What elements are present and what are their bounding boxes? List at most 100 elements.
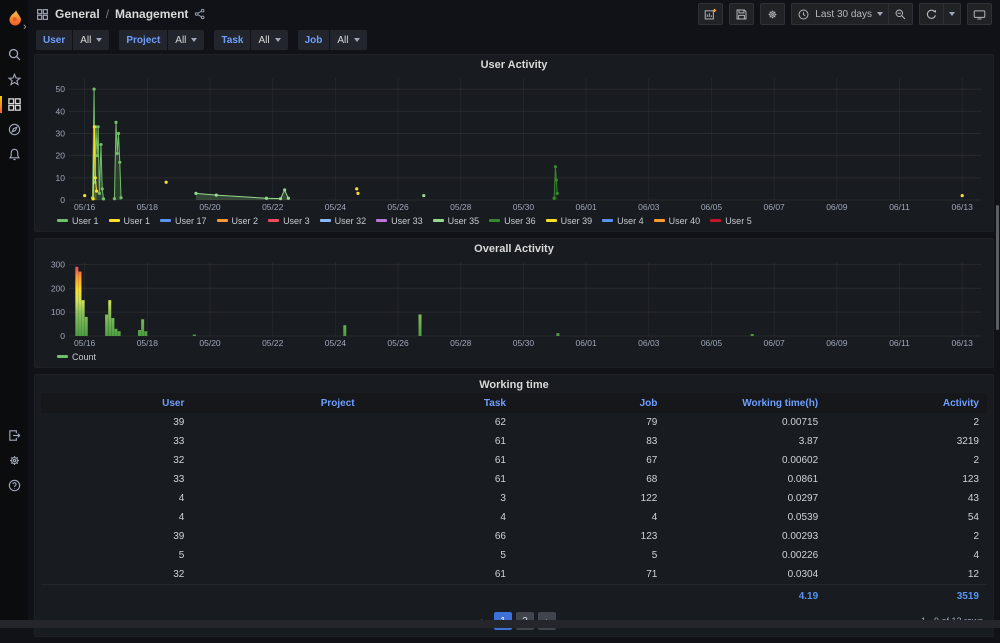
svg-text:05/18: 05/18 — [137, 338, 159, 348]
svg-text:06/05: 06/05 — [701, 338, 723, 348]
legend-item[interactable]: User 40 — [654, 216, 701, 226]
legend-item[interactable]: User 2 — [217, 216, 259, 226]
scrollbar-thumb[interactable] — [996, 205, 999, 330]
cycle-view-button[interactable] — [967, 3, 992, 25]
legend-label: User 36 — [504, 216, 536, 226]
sign-in-icon[interactable] — [0, 423, 28, 448]
svg-text:05/20: 05/20 — [199, 338, 221, 348]
legend-item[interactable]: User 32 — [320, 216, 367, 226]
legend-marker — [376, 219, 387, 222]
table-cell: 2 — [826, 451, 987, 470]
legend-marker — [109, 219, 120, 222]
panel-title-overall-activity[interactable]: Overall Activity — [41, 242, 987, 257]
table-cell: 61 — [363, 432, 514, 451]
help-icon[interactable] — [0, 473, 28, 498]
zoom-out-time-button[interactable] — [888, 3, 913, 25]
column-header-working-time-h-[interactable]: Working time(h) — [665, 393, 826, 413]
user-activity-chart: 05/1605/1805/2005/2205/2405/2605/2805/30… — [41, 73, 987, 213]
save-dashboard-button[interactable] — [729, 3, 754, 25]
legend-item[interactable]: User 36 — [489, 216, 536, 226]
legend-item[interactable]: User 1 — [57, 216, 99, 226]
legend-item[interactable]: User 33 — [376, 216, 423, 226]
table-row: 4440.053954 — [41, 508, 987, 527]
totals-cell — [41, 585, 192, 610]
breadcrumb-folder[interactable]: General — [55, 7, 100, 21]
filter-job-value[interactable]: All — [330, 30, 366, 50]
svg-text:06/07: 06/07 — [764, 202, 786, 212]
table-cell: 123 — [514, 527, 665, 546]
column-header-user[interactable]: User — [41, 393, 192, 413]
svg-text:30: 30 — [56, 128, 66, 138]
table-cell: 3 — [363, 489, 514, 508]
legend-item[interactable]: User 5 — [710, 216, 752, 226]
panel-title-working-time[interactable]: Working time — [41, 378, 987, 393]
refresh-interval-button[interactable] — [943, 3, 961, 25]
bottom-strip — [0, 620, 1000, 628]
filter-user-value[interactable]: All — [73, 30, 109, 50]
legend-item[interactable]: User 35 — [433, 216, 480, 226]
page-scrollbar[interactable] — [995, 0, 1000, 620]
search-icon[interactable] — [0, 42, 28, 67]
refresh-button[interactable] — [919, 3, 943, 25]
filter-project-value[interactable]: All — [168, 30, 204, 50]
panel-title-user-activity[interactable]: User Activity — [41, 58, 987, 73]
legend-item[interactable]: User 4 — [602, 216, 644, 226]
add-panel-button[interactable] — [698, 3, 723, 25]
alerting-icon[interactable] — [0, 142, 28, 167]
column-header-job[interactable]: Job — [514, 393, 665, 413]
table-row: 3361680.0861123 — [41, 470, 987, 489]
table-totals: 4.193519 — [41, 585, 987, 610]
time-range-picker[interactable]: Last 30 days — [791, 3, 888, 25]
filter-user[interactable]: User All — [36, 30, 109, 50]
legend-label: User 39 — [561, 216, 593, 226]
column-header-activity[interactable]: Activity — [826, 393, 987, 413]
page-title[interactable]: Management — [115, 7, 188, 21]
svg-text:200: 200 — [51, 283, 65, 293]
svg-text:0: 0 — [60, 331, 65, 341]
svg-text:06/03: 06/03 — [638, 202, 660, 212]
table-cell: 123 — [826, 470, 987, 489]
legend-item[interactable]: User 17 — [160, 216, 207, 226]
explore-icon[interactable] — [0, 117, 28, 142]
legend-item[interactable]: User 3 — [268, 216, 310, 226]
sidebar-expand-icon[interactable]: › — [23, 22, 27, 32]
table-cell: 4 — [363, 508, 514, 527]
table-cell: 33 — [41, 432, 192, 451]
refresh-icon — [925, 8, 938, 21]
svg-text:06/01: 06/01 — [575, 202, 597, 212]
filter-project[interactable]: Project All — [119, 30, 204, 50]
time-range-label: Last 30 days — [815, 9, 872, 20]
filter-job[interactable]: Job All — [298, 30, 367, 50]
table-row: 431220.029743 — [41, 489, 987, 508]
table-row: 39661230.002932 — [41, 527, 987, 546]
dashboard-main: General / Management — [28, 0, 1000, 643]
column-header-project[interactable]: Project — [192, 393, 362, 413]
table-cell: 12 — [826, 565, 987, 585]
svg-text:05/26: 05/26 — [387, 338, 409, 348]
column-header-task[interactable]: Task — [363, 393, 514, 413]
star-icon[interactable] — [0, 67, 28, 92]
tv-icon — [973, 8, 986, 21]
panel-user-activity: User Activity 05/1605/1805/2005/2205/240… — [34, 54, 994, 232]
server-admin-icon[interactable] — [0, 448, 28, 473]
legend-label: User 1 — [72, 216, 99, 226]
share-icon[interactable] — [194, 8, 206, 20]
caret-down-icon — [275, 38, 281, 42]
filter-task[interactable]: Task All — [214, 30, 287, 50]
dashboards-icon[interactable] — [0, 92, 28, 117]
table-cell: 39 — [41, 413, 192, 432]
legend-marker — [320, 219, 331, 222]
table-cell: 39 — [41, 527, 192, 546]
legend-item[interactable]: User 39 — [546, 216, 593, 226]
legend-label: User 2 — [232, 216, 259, 226]
legend-item[interactable]: User 1 — [109, 216, 151, 226]
legend-item[interactable]: Count — [57, 352, 96, 362]
totals-cell — [192, 585, 362, 610]
dashboard-settings-button[interactable] — [760, 3, 785, 25]
legend-marker — [489, 219, 500, 222]
filter-task-value[interactable]: All — [251, 30, 287, 50]
totals-cell: 4.19 — [665, 585, 826, 610]
legend-marker — [602, 219, 613, 222]
svg-text:05/20: 05/20 — [199, 202, 221, 212]
totals-row: 4.193519 — [41, 585, 987, 610]
